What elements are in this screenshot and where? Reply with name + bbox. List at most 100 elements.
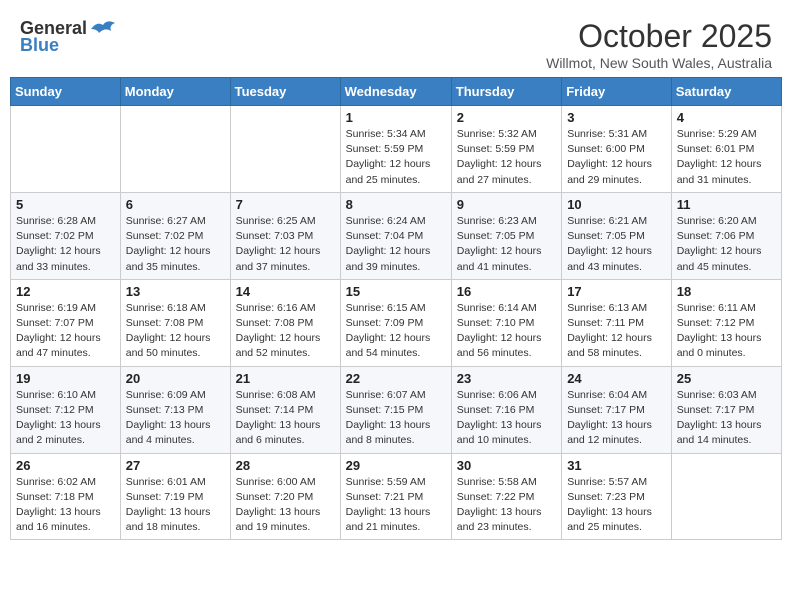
calendar-cell: 20 Sunrise: 6:09 AMSunset: 7:13 PMDayligh… bbox=[120, 366, 230, 453]
day-number: 24 bbox=[567, 371, 666, 386]
calendar-cell: 17 Sunrise: 6:13 AMSunset: 7:11 PMDayligh… bbox=[562, 279, 672, 366]
calendar-cell: 26 Sunrise: 6:02 AMSunset: 7:18 PMDayligh… bbox=[11, 453, 121, 540]
day-number: 22 bbox=[346, 371, 446, 386]
day-info-text: Sunrise: 6:09 AMSunset: 7:13 PMDaylight:… bbox=[126, 388, 225, 449]
day-number: 10 bbox=[567, 197, 666, 212]
calendar-cell: 23Sunrise: 6:06 AMSunset: 7:16 PMDayligh… bbox=[451, 366, 561, 453]
weekday-header-wednesday: Wednesday bbox=[340, 78, 451, 106]
day-info-text: Sunrise: 6:08 AMSunset: 7:14 PMDaylight:… bbox=[236, 388, 335, 449]
calendar-cell bbox=[671, 453, 781, 540]
day-info-text: Sunrise: 6:23 AMSunset: 7:05 PMDaylight:… bbox=[457, 214, 556, 275]
day-info-text: Sunrise: 6:03 AMSunset: 7:17 PMDaylight:… bbox=[677, 388, 776, 449]
calendar-cell: 5 Sunrise: 6:28 AMSunset: 7:02 PMDaylight… bbox=[11, 192, 121, 279]
calendar-cell: 25 Sunrise: 6:03 AMSunset: 7:17 PMDayligh… bbox=[671, 366, 781, 453]
logo-bird-icon bbox=[89, 19, 117, 39]
calendar-cell bbox=[230, 106, 340, 193]
calendar-cell: 10 Sunrise: 6:21 AMSunset: 7:05 PMDayligh… bbox=[562, 192, 672, 279]
calendar-cell: 9 Sunrise: 6:23 AMSunset: 7:05 PMDaylight… bbox=[451, 192, 561, 279]
calendar-cell: 27 Sunrise: 6:01 AMSunset: 7:19 PMDayligh… bbox=[120, 453, 230, 540]
day-info-text: Sunrise: 6:13 AMSunset: 7:11 PMDaylight:… bbox=[567, 301, 666, 362]
calendar-cell: 8 Sunrise: 6:24 AMSunset: 7:04 PMDaylight… bbox=[340, 192, 451, 279]
day-number: 11 bbox=[677, 197, 776, 212]
calendar-cell: 11 Sunrise: 6:20 AMSunset: 7:06 PMDayligh… bbox=[671, 192, 781, 279]
day-number: 23 bbox=[457, 371, 556, 386]
day-number: 13 bbox=[126, 284, 225, 299]
calendar-week-row: 19Sunrise: 6:10 AMSunset: 7:12 PMDayligh… bbox=[11, 366, 782, 453]
day-info-text: Sunrise: 6:24 AMSunset: 7:04 PMDaylight:… bbox=[346, 214, 446, 275]
day-info-text: Sunrise: 6:28 AMSunset: 7:02 PMDaylight:… bbox=[16, 214, 115, 275]
day-info-text: Sunrise: 6:21 AMSunset: 7:05 PMDaylight:… bbox=[567, 214, 666, 275]
calendar-header-row: SundayMondayTuesdayWednesdayThursdayFrid… bbox=[11, 78, 782, 106]
weekday-header-saturday: Saturday bbox=[671, 78, 781, 106]
day-info-text: Sunrise: 6:15 AMSunset: 7:09 PMDaylight:… bbox=[346, 301, 446, 362]
day-number: 7 bbox=[236, 197, 335, 212]
day-number: 5 bbox=[16, 197, 115, 212]
day-info-text: Sunrise: 5:31 AMSunset: 6:00 PMDaylight:… bbox=[567, 127, 666, 188]
day-number: 19 bbox=[16, 371, 115, 386]
day-number: 8 bbox=[346, 197, 446, 212]
calendar-cell: 6 Sunrise: 6:27 AMSunset: 7:02 PMDaylight… bbox=[120, 192, 230, 279]
day-info-text: Sunrise: 6:19 AMSunset: 7:07 PMDaylight:… bbox=[16, 301, 115, 362]
day-info-text: Sunrise: 5:58 AMSunset: 7:22 PMDaylight:… bbox=[457, 475, 556, 536]
day-info-text: Sunrise: 6:14 AMSunset: 7:10 PMDaylight:… bbox=[457, 301, 556, 362]
day-number: 9 bbox=[457, 197, 556, 212]
day-info-text: Sunrise: 5:59 AMSunset: 7:21 PMDaylight:… bbox=[346, 475, 446, 536]
calendar-cell: 21Sunrise: 6:08 AMSunset: 7:14 PMDayligh… bbox=[230, 366, 340, 453]
day-number: 20 bbox=[126, 371, 225, 386]
calendar-cell: 3 Sunrise: 5:31 AMSunset: 6:00 PMDaylight… bbox=[562, 106, 672, 193]
calendar-cell: 15 Sunrise: 6:15 AMSunset: 7:09 PMDayligh… bbox=[340, 279, 451, 366]
day-info-text: Sunrise: 6:07 AMSunset: 7:15 PMDaylight:… bbox=[346, 388, 446, 449]
day-info-text: Sunrise: 5:32 AMSunset: 5:59 PMDaylight:… bbox=[457, 127, 556, 188]
title-area: October 2025 Willmot, New South Wales, A… bbox=[546, 18, 772, 71]
day-number: 17 bbox=[567, 284, 666, 299]
day-info-text: Sunrise: 6:01 AMSunset: 7:19 PMDaylight:… bbox=[126, 475, 225, 536]
calendar-week-row: 5 Sunrise: 6:28 AMSunset: 7:02 PMDaylight… bbox=[11, 192, 782, 279]
day-number: 2 bbox=[457, 110, 556, 125]
calendar-cell: 30Sunrise: 5:58 AMSunset: 7:22 PMDayligh… bbox=[451, 453, 561, 540]
page-header: General Blue October 2025 Willmot, New S… bbox=[10, 10, 782, 77]
day-number: 16 bbox=[457, 284, 556, 299]
day-number: 29 bbox=[346, 458, 446, 473]
day-info-text: Sunrise: 6:11 AMSunset: 7:12 PMDaylight:… bbox=[677, 301, 776, 362]
day-number: 6 bbox=[126, 197, 225, 212]
day-number: 26 bbox=[16, 458, 115, 473]
logo: General Blue bbox=[20, 18, 117, 56]
calendar-cell: 13 Sunrise: 6:18 AMSunset: 7:08 PMDayligh… bbox=[120, 279, 230, 366]
calendar-cell: 1Sunrise: 5:34 AMSunset: 5:59 PMDaylight… bbox=[340, 106, 451, 193]
day-number: 3 bbox=[567, 110, 666, 125]
calendar-week-row: 26 Sunrise: 6:02 AMSunset: 7:18 PMDayligh… bbox=[11, 453, 782, 540]
calendar-cell: 29 Sunrise: 5:59 AMSunset: 7:21 PMDayligh… bbox=[340, 453, 451, 540]
day-info-text: Sunrise: 6:18 AMSunset: 7:08 PMDaylight:… bbox=[126, 301, 225, 362]
day-info-text: Sunrise: 6:20 AMSunset: 7:06 PMDaylight:… bbox=[677, 214, 776, 275]
day-info-text: Sunrise: 5:29 AMSunset: 6:01 PMDaylight:… bbox=[677, 127, 776, 188]
day-info-text: Sunrise: 6:02 AMSunset: 7:18 PMDaylight:… bbox=[16, 475, 115, 536]
weekday-header-sunday: Sunday bbox=[11, 78, 121, 106]
calendar-cell: 16 Sunrise: 6:14 AMSunset: 7:10 PMDayligh… bbox=[451, 279, 561, 366]
calendar-cell bbox=[11, 106, 121, 193]
calendar-cell: 19Sunrise: 6:10 AMSunset: 7:12 PMDayligh… bbox=[11, 366, 121, 453]
day-number: 4 bbox=[677, 110, 776, 125]
calendar-week-row: 1Sunrise: 5:34 AMSunset: 5:59 PMDaylight… bbox=[11, 106, 782, 193]
month-title: October 2025 bbox=[546, 18, 772, 55]
calendar-cell: 14Sunrise: 6:16 AMSunset: 7:08 PMDayligh… bbox=[230, 279, 340, 366]
logo-blue-text: Blue bbox=[20, 35, 59, 56]
calendar-table: SundayMondayTuesdayWednesdayThursdayFrid… bbox=[10, 77, 782, 540]
day-info-text: Sunrise: 5:57 AMSunset: 7:23 PMDaylight:… bbox=[567, 475, 666, 536]
day-info-text: Sunrise: 6:27 AMSunset: 7:02 PMDaylight:… bbox=[126, 214, 225, 275]
day-number: 25 bbox=[677, 371, 776, 386]
calendar-cell bbox=[120, 106, 230, 193]
calendar-week-row: 12Sunrise: 6:19 AMSunset: 7:07 PMDayligh… bbox=[11, 279, 782, 366]
calendar-cell: 7Sunrise: 6:25 AMSunset: 7:03 PMDaylight… bbox=[230, 192, 340, 279]
day-info-text: Sunrise: 6:16 AMSunset: 7:08 PMDaylight:… bbox=[236, 301, 335, 362]
weekday-header-monday: Monday bbox=[120, 78, 230, 106]
weekday-header-thursday: Thursday bbox=[451, 78, 561, 106]
location-text: Willmot, New South Wales, Australia bbox=[546, 55, 772, 71]
day-number: 27 bbox=[126, 458, 225, 473]
calendar-cell: 28Sunrise: 6:00 AMSunset: 7:20 PMDayligh… bbox=[230, 453, 340, 540]
calendar-cell: 4 Sunrise: 5:29 AMSunset: 6:01 PMDaylight… bbox=[671, 106, 781, 193]
day-number: 1 bbox=[346, 110, 446, 125]
day-info-text: Sunrise: 6:04 AMSunset: 7:17 PMDaylight:… bbox=[567, 388, 666, 449]
day-number: 31 bbox=[567, 458, 666, 473]
day-number: 15 bbox=[346, 284, 446, 299]
day-info-text: Sunrise: 6:00 AMSunset: 7:20 PMDaylight:… bbox=[236, 475, 335, 536]
